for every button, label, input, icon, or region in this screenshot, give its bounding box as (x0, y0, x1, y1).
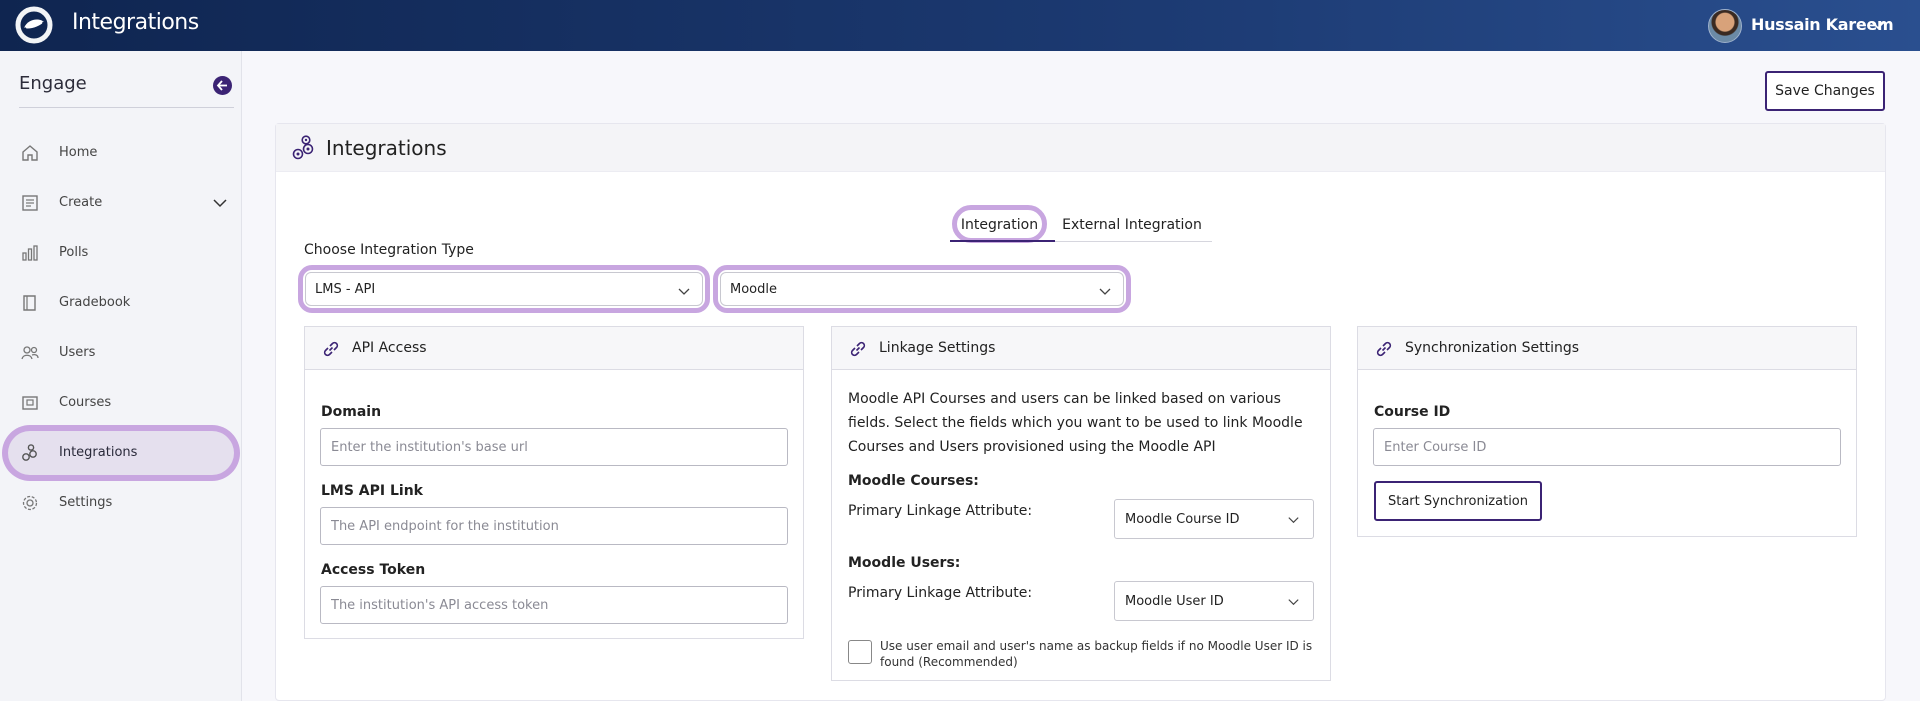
create-icon (22, 195, 38, 211)
selected-value: Moodle User ID (1125, 594, 1224, 609)
panel-title: Synchronization Settings (1405, 340, 1580, 356)
integrations-icon (22, 444, 37, 461)
user-avatar[interactable] (1708, 9, 1742, 43)
app-logo-icon[interactable] (12, 6, 56, 44)
select-box[interactable]: Moodle (720, 272, 1124, 306)
linkage-description: Moodle API Courses and users can be link… (848, 391, 1303, 455)
integrations-icon (292, 135, 314, 160)
tab-highlight (952, 205, 1047, 243)
integration-type-select[interactable]: LMS - API (298, 265, 710, 313)
chevron-down-icon[interactable] (1870, 17, 1886, 33)
sidebar-item-home[interactable]: Home (8, 131, 234, 175)
card-header: Integrations (276, 124, 1885, 172)
save-changes-button[interactable]: Save Changes (1765, 71, 1885, 111)
bar-chart-icon (22, 245, 38, 261)
link-icon (1376, 341, 1392, 357)
book-icon (23, 295, 36, 311)
tab-integration[interactable]: Integration (950, 205, 1055, 243)
collapse-sidebar-button[interactable] (213, 76, 232, 95)
api-access-panel: API Access Domain LMS API Link Access To… (304, 326, 804, 639)
linkage-settings-panel: Linkage Settings Moodle API Courses and … (831, 326, 1331, 681)
lms-api-link-label: LMS API Link (321, 483, 423, 499)
chevron-down-icon (678, 288, 690, 295)
provider-select[interactable]: Moodle (713, 265, 1131, 313)
panel-title: API Access (352, 340, 427, 356)
sidebar-item-label: Integrations (59, 445, 138, 460)
chevron-down-icon (1288, 517, 1299, 524)
gear-icon (22, 495, 38, 511)
courses-icon (22, 396, 38, 410)
top-bar: Integrations Hussain Kareem (0, 0, 1920, 51)
moodle-courses-heading: Moodle Courses: (848, 473, 979, 489)
sidebar-item-label: Create (59, 195, 103, 210)
domain-label: Domain (321, 404, 382, 420)
selected-value: Moodle (730, 282, 777, 297)
access-token-label: Access Token (321, 562, 426, 578)
users-icon (21, 346, 39, 360)
sidebar-item-users[interactable]: Users (8, 331, 234, 375)
courses-attribute-label: Primary Linkage Attribute: (848, 503, 1033, 519)
synchronization-settings-panel: Synchronization Settings Course ID Start… (1357, 326, 1857, 537)
chevron-down-icon (1099, 288, 1111, 295)
panel-header: Linkage Settings (832, 327, 1330, 370)
sidebar-item-label: Settings (59, 495, 113, 510)
divider (19, 107, 234, 108)
arrow-left-icon (216, 80, 227, 91)
course-linkage-select[interactable]: Moodle Course ID (1114, 499, 1314, 539)
home-icon (22, 145, 38, 161)
app-title: Integrations (72, 10, 199, 35)
active-tab-indicator (950, 240, 1055, 242)
start-synchronization-button[interactable]: Start Synchronization (1374, 481, 1542, 521)
link-icon (850, 341, 866, 357)
panel-title: Linkage Settings (879, 340, 996, 356)
backup-fields-checkbox[interactable] (848, 640, 872, 664)
sidebar-item-settings[interactable]: Settings (8, 481, 234, 525)
sidebar-brand: Engage (19, 73, 87, 94)
tab-label: External Integration (1062, 217, 1202, 233)
sidebar-item-create[interactable]: Create (8, 181, 234, 225)
link-icon (323, 341, 339, 357)
selected-value: Moodle Course ID (1125, 512, 1240, 527)
chevron-down-icon[interactable] (212, 195, 228, 211)
panel-header: API Access (305, 327, 803, 370)
sidebar-item-label: Polls (59, 245, 89, 260)
course-id-input[interactable] (1373, 428, 1841, 466)
sidebar-item-label: Courses (59, 395, 112, 410)
tab-external-integration[interactable]: External Integration (1057, 210, 1207, 240)
chevron-down-icon (1288, 599, 1299, 606)
sidebar-item-label: Home (59, 145, 98, 160)
domain-input[interactable] (320, 428, 788, 466)
backup-fields-label: Use user email and user's name as backup… (880, 639, 1313, 669)
lms-api-link-input[interactable] (320, 507, 788, 545)
integration-type-label: Choose Integration Type (304, 242, 474, 258)
user-linkage-select[interactable]: Moodle User ID (1114, 581, 1314, 621)
course-id-label: Course ID (1374, 404, 1451, 420)
sidebar-item-gradebook[interactable]: Gradebook (8, 281, 234, 325)
select-box[interactable]: LMS - API (305, 272, 703, 306)
users-attribute-label: Primary Linkage Attribute: (848, 585, 1033, 601)
sidebar-item-integrations[interactable]: Integrations (8, 431, 234, 475)
access-token-input[interactable] (320, 586, 788, 624)
selected-value: LMS - API (315, 282, 376, 297)
integrations-card: Integrations Integration External Integr… (275, 123, 1886, 701)
moodle-users-heading: Moodle Users: (848, 555, 961, 571)
page-title: Integrations (326, 136, 447, 160)
sidebar-item-label: Gradebook (59, 295, 131, 310)
sidebar: Engage Home Create Polls Gradebook Users… (0, 51, 242, 701)
sidebar-item-label: Users (59, 345, 96, 360)
sidebar-item-polls[interactable]: Polls (8, 231, 234, 275)
sidebar-item-courses[interactable]: Courses (8, 381, 234, 425)
panel-header: Synchronization Settings (1358, 327, 1856, 370)
